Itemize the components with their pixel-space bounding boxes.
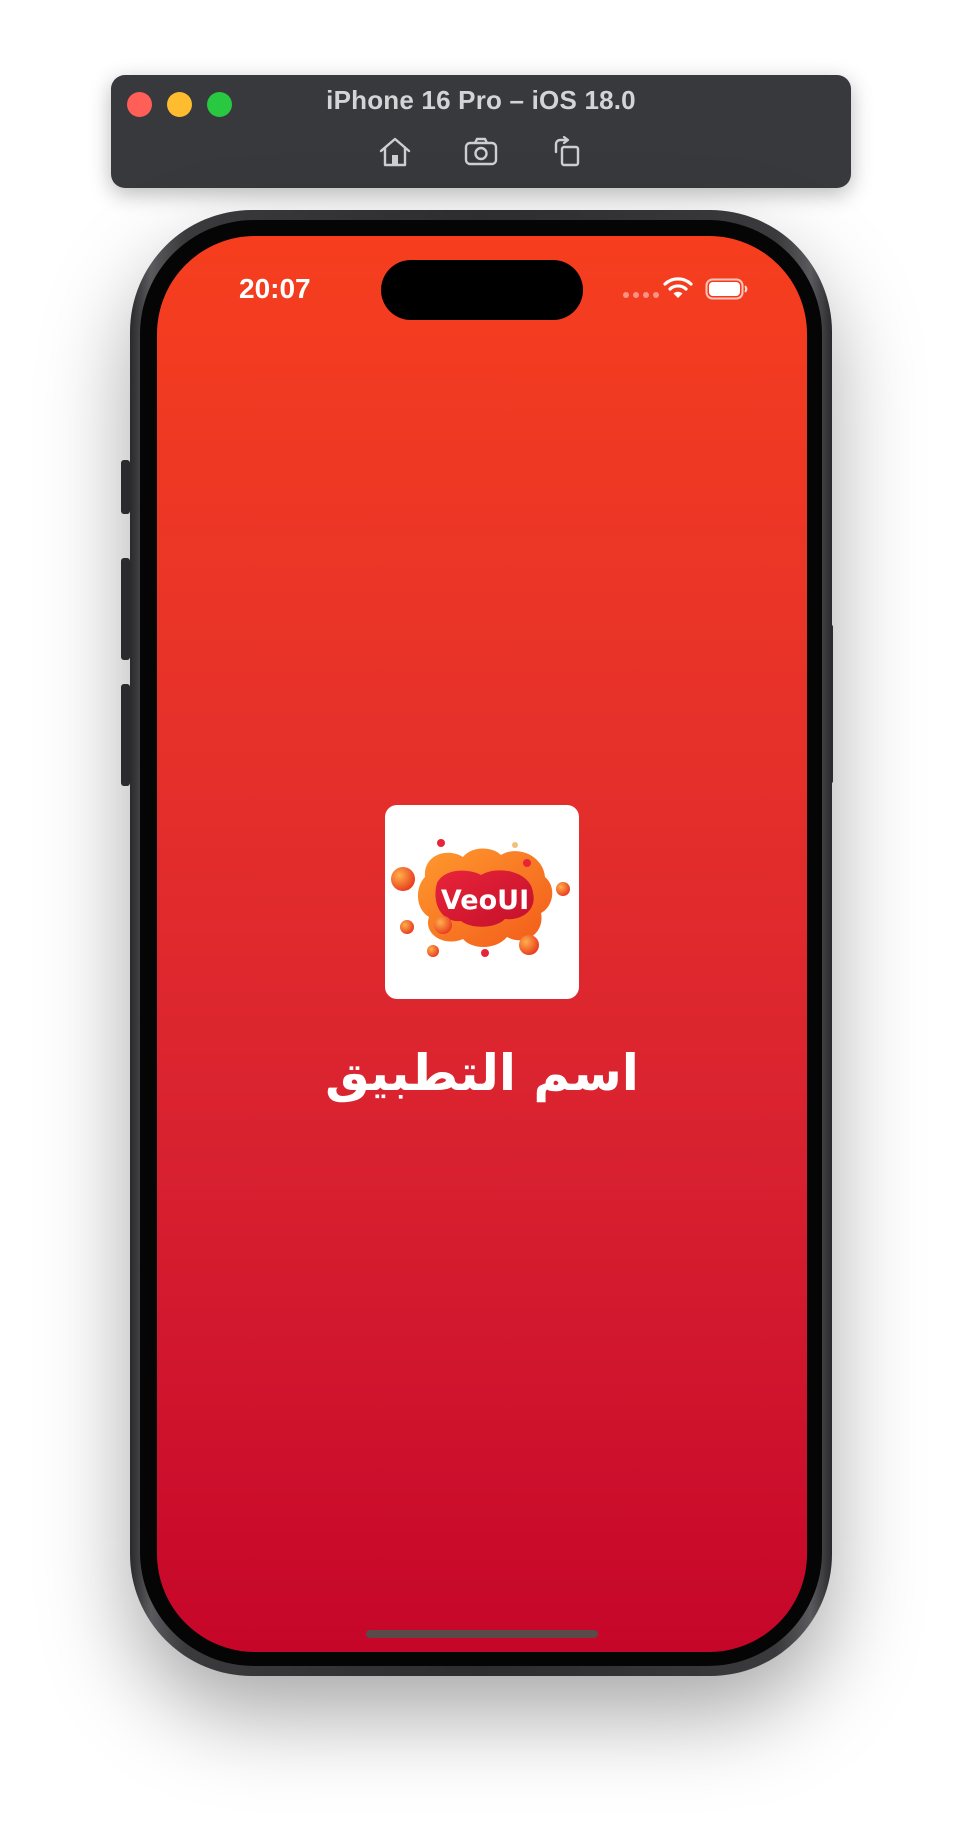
screenshot-icon: [464, 137, 498, 166]
volume-up-button[interactable]: [121, 558, 130, 660]
app-name: اسم التطبيق: [325, 1044, 639, 1102]
logo-text: VeoUI: [441, 885, 529, 916]
action-button[interactable]: [121, 460, 130, 514]
home-indicator[interactable]: [366, 1630, 598, 1638]
rotate-button[interactable]: [549, 135, 585, 169]
status-time: 20:07: [239, 273, 311, 304]
screenshot-button[interactable]: [463, 135, 499, 169]
volume-down-button[interactable]: [121, 684, 130, 786]
home-button[interactable]: [377, 135, 413, 169]
simulator-toolbar: [111, 135, 851, 169]
cellular-dots-icon: [623, 292, 659, 298]
dynamic-island: [381, 260, 583, 320]
battery-icon: [705, 278, 748, 300]
rotate-icon: [554, 136, 580, 167]
splash-screen: 20:07 VeoUI اسم التطبيق: [157, 236, 807, 1652]
simulator-title-bar: iPhone 16 Pro – iOS 18.0: [111, 75, 851, 188]
home-icon: [379, 137, 411, 167]
simulator-title: iPhone 16 Pro – iOS 18.0: [326, 85, 636, 115]
app-logo: VeoUI: [385, 805, 579, 999]
wifi-icon: [663, 277, 693, 298]
